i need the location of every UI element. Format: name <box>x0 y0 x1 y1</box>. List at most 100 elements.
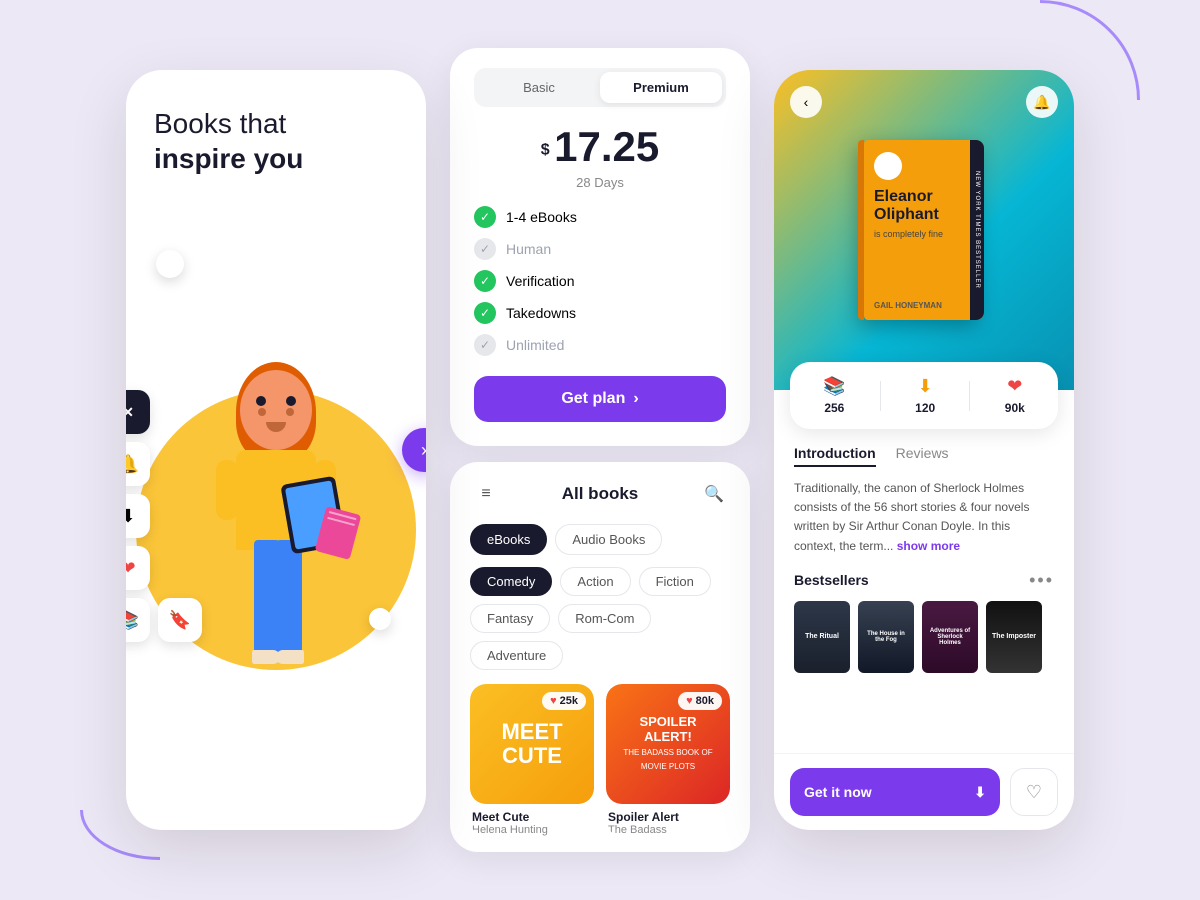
get-it-now-button[interactable]: Get it now ⬇ <box>790 768 1000 816</box>
check-unlimited: ✓ <box>474 334 496 356</box>
book-meet-cute[interactable]: MEETCUTE ♥ 25k Meet Cute Helena Hunting <box>470 684 594 836</box>
book-description: Traditionally, the canon of Sherlock Hol… <box>794 479 1054 556</box>
likes-value: 90k <box>1005 401 1025 415</box>
feature-label-verification: Verification <box>506 273 574 289</box>
book-cover-meet-cute: MEETCUTE ♥ 25k <box>470 684 594 804</box>
feature-takedowns: ✓ Takedowns <box>474 302 726 324</box>
price-period: 28 Days <box>474 175 726 190</box>
feature-human: ✓ Human <box>474 238 726 260</box>
girl-figure <box>176 370 376 830</box>
middle-column: Basic Premium $ 17.25 28 Days ✓ 1-4 eBoo… <box>450 48 750 852</box>
book-subtitle-eleanor: is completely fine <box>874 229 974 239</box>
book-cover-spoiler: SPOILERALERT!THE BADASS BOOK OF MOVIE PL… <box>606 684 730 804</box>
feature-verification: ✓ Verification <box>474 270 726 292</box>
stat-divider-2 <box>969 381 970 411</box>
check-verification: ✓ <box>474 270 496 292</box>
check-takedowns: ✓ <box>474 302 496 324</box>
bestsellers-header: Bestsellers ••• <box>794 570 1054 591</box>
nyt-bestseller-strip: NEW YORK TIMES BESTSELLER <box>970 140 984 320</box>
stat-divider-1 <box>880 381 881 411</box>
more-options-button[interactable]: ••• <box>1029 570 1054 591</box>
phone-right: ‹ 🔔 EleanorOliphant is completely fine G… <box>774 70 1074 830</box>
tab-reviews[interactable]: Reviews <box>896 445 949 467</box>
bookmark-button[interactable]: 🔖 <box>158 598 202 642</box>
bestsellers-title: Bestsellers <box>794 572 869 588</box>
close-button[interactable]: ✕ <box>126 390 150 434</box>
bestseller-ritual[interactable]: The Ritual <box>794 601 850 673</box>
stat-likes: ❤ 90k <box>1005 376 1025 415</box>
tab-introduction[interactable]: Introduction <box>794 445 876 467</box>
girl-head <box>240 370 312 450</box>
tab-basic[interactable]: Basic <box>478 72 600 103</box>
girl-leg-right <box>276 540 302 660</box>
feature-unlimited: ✓ Unlimited <box>474 334 726 356</box>
check-human: ✓ <box>474 238 496 260</box>
genre-action[interactable]: Action <box>560 567 630 596</box>
genre-fiction[interactable]: Fiction <box>639 567 711 596</box>
books-header: ≡ All books 🔍 <box>470 478 730 510</box>
bestseller-covers: The Ritual The House in the Fog Adventur… <box>794 601 1054 673</box>
book-hero: ‹ 🔔 EleanorOliphant is completely fine G… <box>774 70 1074 390</box>
price-currency: $ <box>541 142 550 159</box>
eleanor-book-cover: EleanorOliphant is completely fine GAIL … <box>864 140 984 320</box>
book-grid: MEETCUTE ♥ 25k Meet Cute Helena Hunting … <box>470 684 730 836</box>
books-card: ≡ All books 🔍 eBooks Audio Books Comedy … <box>450 462 750 852</box>
book-author-spoiler: The Badass <box>608 824 728 836</box>
download-button[interactable]: ⬇ <box>126 494 150 538</box>
back-button[interactable]: ‹ <box>790 86 822 118</box>
book-title-meet-cute: Meet Cute <box>472 810 592 824</box>
pages-value: 256 <box>824 401 844 415</box>
book-author-meet-cute: Helena Hunting <box>472 824 592 836</box>
feature-label-unlimited: Unlimited <box>506 337 564 353</box>
price-display: $ 17.25 <box>474 123 726 171</box>
show-more-link[interactable]: show more <box>897 539 960 553</box>
book-detail-content: Introduction Reviews Traditionally, the … <box>774 429 1074 753</box>
wishlist-button[interactable]: ♡ <box>1010 768 1058 816</box>
icon-toolbar: ✕ 🔔 ⬇ ❤ 📚 🔖 <box>126 390 202 642</box>
bestsellers-section: Bestsellers ••• The Ritual The House in … <box>794 570 1054 673</box>
book-title-spoiler: Spoiler Alert <box>608 810 728 824</box>
bestseller-imposter[interactable]: The Imposter <box>986 601 1042 673</box>
tab-ebooks[interactable]: eBooks <box>470 524 547 555</box>
price-amount: 17.25 <box>554 123 659 170</box>
tab-premium[interactable]: Premium <box>600 72 722 103</box>
download-btn-icon: ⬇ <box>974 784 986 801</box>
book-info-spoiler: Spoiler Alert The Badass <box>606 804 730 836</box>
girl-foot-right <box>276 650 304 664</box>
pricing-card: Basic Premium $ 17.25 28 Days ✓ 1-4 eBoo… <box>450 48 750 446</box>
book-spoiler-alert[interactable]: SPOILERALERT!THE BADASS BOOK OF MOVIE PL… <box>606 684 730 836</box>
feature-list: ✓ 1-4 eBooks ✓ Human ✓ Verification ✓ Ta… <box>474 206 726 356</box>
heart-button[interactable]: ❤ <box>126 546 150 590</box>
wishlist-heart-icon: ♡ <box>1026 782 1042 803</box>
genre-fantasy[interactable]: Fantasy <box>470 604 550 633</box>
notification-button-right[interactable]: 🔔 <box>1026 86 1058 118</box>
bestseller-house[interactable]: The House in the Fog <box>858 601 914 673</box>
feature-label-takedowns: Takedowns <box>506 305 576 321</box>
deco-circle-1 <box>156 250 184 278</box>
plan-tabs: Basic Premium <box>474 68 726 107</box>
downloads-value: 120 <box>915 401 935 415</box>
books-button[interactable]: 📚 <box>126 598 150 642</box>
check-ebooks: ✓ <box>474 206 496 228</box>
book-author-eleanor: GAIL HONEYMAN <box>874 301 942 310</box>
genre-adventure[interactable]: Adventure <box>470 641 563 670</box>
book-likes-spoiler: ♥ 80k <box>678 692 722 710</box>
page-title: Books that inspire you <box>154 106 398 176</box>
notification-button[interactable]: 🔔 <box>126 442 150 486</box>
menu-icon[interactable]: ≡ <box>470 478 502 510</box>
type-tabs: eBooks Audio Books <box>470 524 730 555</box>
get-plan-button[interactable]: Get plan › <box>474 376 726 422</box>
stats-bar: 📚 256 ⬇ 120 ❤ 90k <box>790 362 1058 429</box>
tab-audiobooks[interactable]: Audio Books <box>555 524 662 555</box>
search-button[interactable]: 🔍 <box>698 478 730 510</box>
book-title-eleanor: EleanorOliphant <box>874 188 974 225</box>
genre-romcom[interactable]: Rom-Com <box>558 604 651 633</box>
heart-stat-icon: ❤ <box>1007 376 1022 397</box>
stat-pages: 📚 256 <box>823 376 845 415</box>
feature-ebooks: ✓ 1-4 eBooks <box>474 206 726 228</box>
book-likes-meet-cute: ♥ 25k <box>542 692 586 710</box>
bestseller-sherlock[interactable]: Adventures of Sherlock Holmes <box>922 601 978 673</box>
genre-tags: Comedy Action Fiction Fantasy Rom-Com Ad… <box>470 567 730 670</box>
book-actions: Get it now ⬇ ♡ <box>774 753 1074 830</box>
genre-comedy[interactable]: Comedy <box>470 567 552 596</box>
